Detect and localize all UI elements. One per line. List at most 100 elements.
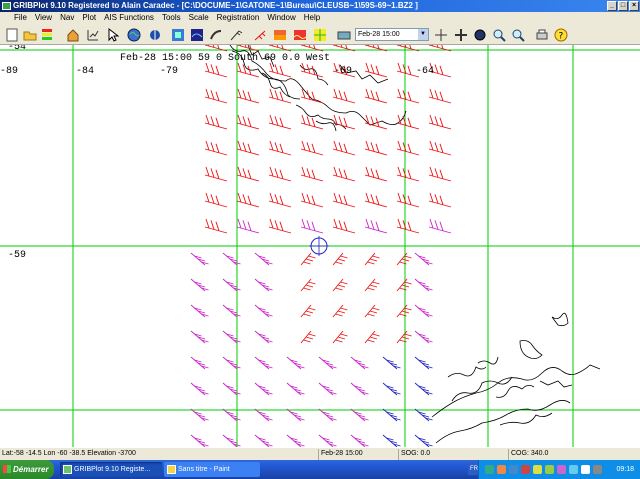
wind-barb: [222, 382, 241, 396]
wind-barb-icon[interactable]: [227, 26, 244, 43]
wind-barb: [414, 382, 433, 396]
menu-tools[interactable]: Tools: [158, 12, 185, 23]
wind-barb: [396, 278, 412, 292]
satellite-icon[interactable]: [335, 26, 352, 43]
wind-barb: [268, 192, 292, 208]
tray-app-icon[interactable]: [521, 465, 530, 474]
menu-bar: File View Nav Plot AIS Functions Tools Scale Re…: [0, 12, 640, 23]
chevron-down-icon[interactable]: ▼: [418, 29, 428, 40]
wind-barb: [300, 252, 316, 266]
wind-barb: [364, 330, 380, 344]
color-bars-icon[interactable]: [38, 26, 55, 43]
tray-app-icon[interactable]: [545, 465, 554, 474]
start-label: Démarrer: [13, 465, 49, 474]
wind-barb: [414, 252, 433, 266]
coast-icon[interactable]: [207, 26, 224, 43]
map-canvas[interactable]: Feb-28 15:00 59 0 South 69 0.0 West -54 …: [0, 45, 640, 447]
wind-barb: [350, 408, 369, 422]
globe-icon[interactable]: [125, 26, 142, 43]
wind-barb: [254, 382, 273, 396]
wind-barb: [382, 408, 401, 422]
network-icon[interactable]: [471, 26, 488, 43]
wind-barb: [428, 192, 452, 208]
home-icon[interactable]: [64, 26, 81, 43]
wind-barb: [414, 356, 433, 370]
contour-icon[interactable]: [188, 26, 205, 43]
wind-barb: [364, 192, 388, 208]
tray-app-icon[interactable]: [569, 465, 578, 474]
wind-barb: [236, 166, 260, 182]
menu-file[interactable]: File: [0, 12, 31, 23]
wind-barb: [236, 140, 260, 156]
tray-app-icon[interactable]: [509, 465, 518, 474]
help-icon[interactable]: ?: [552, 26, 569, 43]
status-bar: Lat:-58 -14.5 Lon -60 -38.5 Elevation -3…: [0, 447, 640, 460]
ruler-icon[interactable]: [432, 26, 449, 43]
wave-icon[interactable]: [291, 26, 308, 43]
region-icon[interactable]: [169, 26, 186, 43]
wind-barb: [300, 88, 324, 104]
wind-barb: [254, 252, 273, 266]
zoom-out-icon[interactable]: [509, 26, 526, 43]
wind-barb: [332, 88, 356, 104]
crosshair-icon[interactable]: [452, 26, 469, 43]
wind-barb: [254, 434, 273, 447]
wind-barb: [204, 218, 228, 234]
menu-registration[interactable]: Registration: [213, 12, 264, 23]
task-label: Sans titre - Paint: [178, 466, 230, 473]
minimize-button[interactable]: _: [607, 1, 617, 11]
pressure-icon[interactable]: [271, 26, 288, 43]
tray-network-icon[interactable]: [485, 465, 494, 474]
navigator-icon[interactable]: [146, 26, 163, 43]
wind-barb: [190, 434, 209, 447]
wind-barb: [236, 192, 260, 208]
menu-help[interactable]: Help: [300, 12, 324, 23]
wind-barb: [190, 382, 209, 396]
menu-view[interactable]: View: [31, 12, 56, 23]
new-file-icon[interactable]: [3, 26, 20, 43]
wind-barb: [350, 356, 369, 370]
date-select[interactable]: Feb-28 15:00 ▼: [355, 28, 429, 41]
menu-plot[interactable]: Plot: [78, 12, 100, 23]
window-title: GRIBPlot 9.10 Registered to Alain Carade…: [13, 1, 418, 10]
pointer-icon[interactable]: [104, 26, 121, 43]
menu-ais-functions[interactable]: AIS Functions: [100, 12, 158, 23]
tray-app-icon[interactable]: [557, 465, 566, 474]
menu-window[interactable]: Window: [263, 12, 299, 23]
wind-barb: [300, 192, 324, 208]
wind-barb: [204, 140, 228, 156]
svg-text:?: ?: [558, 31, 563, 41]
lon-label: -79: [160, 66, 179, 77]
tray-volume-icon[interactable]: [581, 465, 590, 474]
chart-icon[interactable]: [84, 26, 101, 43]
zoom-in-icon[interactable]: [490, 26, 507, 43]
task-paint[interactable]: Sans titre - Paint: [164, 462, 260, 477]
wind-barb: [414, 408, 433, 422]
paint-icon: [167, 465, 176, 474]
wind-barb: [332, 140, 356, 156]
wind-barb: [190, 356, 209, 370]
grid-icon[interactable]: [311, 26, 328, 43]
maximize-button[interactable]: □: [618, 1, 628, 11]
task-gribplot[interactable]: GRIBPlot 9.10 Registe...: [60, 462, 162, 477]
wind-barb: [396, 218, 420, 234]
wind-barb: [222, 408, 241, 422]
flag-icon[interactable]: [251, 26, 268, 43]
menu-scale[interactable]: Scale: [185, 12, 213, 23]
wind-barb: [236, 88, 260, 104]
open-folder-icon[interactable]: [21, 26, 38, 43]
toolbar: Feb-28 15:00 ▼ ?: [0, 23, 640, 45]
wind-barb: [364, 252, 380, 266]
grib-map[interactable]: [0, 45, 640, 447]
close-button[interactable]: ×: [629, 1, 639, 11]
wind-barb: [222, 252, 241, 266]
tray-app-icon[interactable]: [533, 465, 542, 474]
tray-app-icon[interactable]: [593, 465, 602, 474]
menu-nav[interactable]: Nav: [56, 12, 78, 23]
start-button[interactable]: Démarrer: [0, 460, 54, 479]
wind-barb: [300, 218, 324, 234]
print-icon[interactable]: [533, 26, 550, 43]
tray-app-icon[interactable]: [497, 465, 506, 474]
wind-barb: [190, 252, 209, 266]
wind-barb: [254, 330, 273, 344]
